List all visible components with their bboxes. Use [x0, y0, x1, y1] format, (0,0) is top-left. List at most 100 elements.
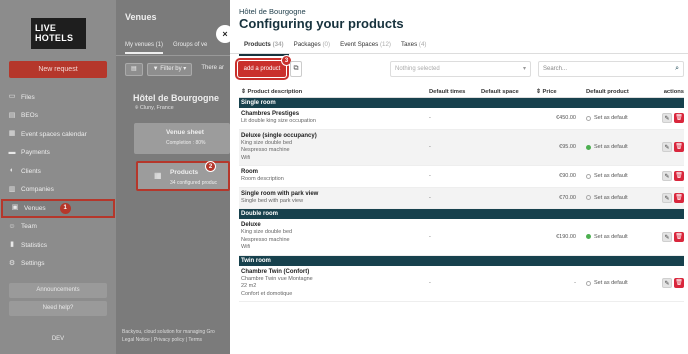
- product-desc-line: Nespresso machine: [241, 236, 290, 243]
- sidebar-item-settings[interactable]: ⚙ Settings: [0, 255, 116, 274]
- col-description[interactable]: ⇕ Product description: [239, 86, 429, 97]
- radio-icon[interactable]: [586, 144, 591, 150]
- default-label: Set as default: [594, 144, 628, 151]
- product-name: Deluxe (single occupancy): [241, 132, 317, 139]
- radio-icon[interactable]: [586, 115, 591, 121]
- sidebar-item-label: Team: [21, 223, 37, 231]
- sidebar-item-event-spaces-calendar[interactable]: ▦ Event spaces calendar: [0, 125, 116, 144]
- default-toggle[interactable]: Set as default: [576, 108, 654, 129]
- edit-icon[interactable]: ✎: [662, 171, 672, 182]
- trash-icon[interactable]: 🗑: [674, 278, 684, 289]
- sidebar-item-label: Statistics: [21, 241, 48, 249]
- sidebar-item-clients[interactable]: ◐ Clients: [0, 162, 116, 181]
- product-desc-line: Wifi: [241, 154, 251, 161]
- step-badge-1: 1: [59, 202, 71, 214]
- announcements-button[interactable]: Announcements: [9, 283, 107, 298]
- search-icon: ⌕: [675, 65, 679, 72]
- trash-icon[interactable]: 🗑: [674, 231, 684, 242]
- edit-icon[interactable]: ✎: [662, 142, 672, 153]
- venues-page: Venues My venues (1) Groups of ve ▤ ▼ Fi…: [116, 0, 230, 354]
- sidebar-item-team[interactable]: ☺ Team: [0, 218, 116, 237]
- price: €450.00: [556, 115, 576, 122]
- product-cell: Deluxe (single occupancy) King size doubl…: [239, 130, 429, 166]
- default-toggle[interactable]: Set as default: [576, 188, 654, 209]
- add-product-button[interactable]: add a product: [235, 58, 289, 80]
- col-actions: actions: [663, 89, 684, 95]
- tab-label: Event Spaces: [340, 41, 379, 48]
- help-button[interactable]: Need help?: [9, 301, 107, 316]
- row-actions: ✎ 🗑: [654, 219, 684, 255]
- radio-icon[interactable]: [586, 234, 591, 240]
- divider: [116, 55, 230, 56]
- product-desc-line: King size double bed: [241, 139, 293, 146]
- default-space: [481, 266, 536, 302]
- sidebar-item-label: Venues: [24, 204, 46, 212]
- default-toggle[interactable]: Set as default: [576, 130, 654, 166]
- products-title: Products: [170, 169, 199, 176]
- sidebar-item-label: Companies: [21, 186, 54, 194]
- price: €95.00: [559, 144, 576, 151]
- sidebar-item-venues[interactable]: ▣ Venues 1: [1, 199, 115, 218]
- product-desc-line: Lit double king size occupation: [241, 118, 316, 124]
- product-desc-line: Single bed with park view: [241, 197, 304, 204]
- sidebar-item-statistics[interactable]: ▮ Statistics: [0, 236, 116, 255]
- files-icon: ▭: [8, 93, 16, 101]
- filter-button[interactable]: ▼ Filter by ▾: [146, 63, 193, 76]
- sidebar-item-payments[interactable]: ▬ Payments: [0, 144, 116, 163]
- edit-icon[interactable]: ✎: [662, 231, 672, 242]
- default-toggle[interactable]: Set as default: [576, 266, 654, 302]
- sidebar: LIVE HOTELS New request ▭ Files ▤ BEOs ▦ Even…: [0, 0, 116, 354]
- edit-icon[interactable]: ✎: [662, 278, 672, 289]
- col-price[interactable]: ⇕ Price: [536, 86, 576, 97]
- trash-icon[interactable]: 🗑: [674, 142, 684, 153]
- export-icon[interactable]: ▤: [125, 63, 143, 76]
- companies-icon: ▥: [8, 185, 16, 193]
- radio-icon[interactable]: [586, 195, 591, 201]
- products-card[interactable]: ▦ Products 34 configured produc 2: [136, 161, 230, 191]
- product-desc-line: 22 m2: [241, 283, 257, 289]
- product-cell: Chambres Prestiges Lit double king size o…: [239, 108, 429, 129]
- new-request-button[interactable]: New request: [9, 61, 107, 78]
- default-space: [481, 188, 536, 209]
- edit-icon[interactable]: ✎: [662, 192, 672, 203]
- footer: Backyou, cloud solution for managing Gro…: [122, 328, 215, 344]
- category-select[interactable]: Nothing selected ▾: [390, 61, 531, 77]
- default-toggle[interactable]: Set as default: [576, 166, 654, 187]
- tab-my-venues[interactable]: My venues (1): [125, 42, 164, 54]
- select-placeholder: Nothing selected: [395, 66, 440, 72]
- tab-groups[interactable]: Groups of ve: [173, 42, 207, 54]
- footer-links[interactable]: Legal Notice | Privacy policy | Terms: [122, 336, 215, 344]
- search-placeholder: Search...: [543, 66, 568, 72]
- default-space: [481, 166, 536, 187]
- modal-title: Configuring your products: [239, 16, 404, 31]
- sidebar-item-companies[interactable]: ▥ Companies: [0, 181, 116, 200]
- copy-icon[interactable]: ⧉: [290, 61, 302, 77]
- trash-icon[interactable]: 🗑: [674, 113, 684, 124]
- radio-icon[interactable]: [586, 280, 591, 286]
- settings-icon: ⚙: [8, 259, 16, 267]
- live-hotels-logo[interactable]: LIVE HOTELS: [31, 18, 86, 49]
- trash-icon[interactable]: 🗑: [674, 171, 684, 182]
- trash-icon[interactable]: 🗑: [674, 192, 684, 203]
- sidebar-item-files[interactable]: ▭ Files: [0, 88, 116, 107]
- default-toggle[interactable]: Set as default: [576, 219, 654, 255]
- col-default-product: Default product: [586, 89, 629, 95]
- modal-subtitle: Hôtel de Bourgogne: [239, 7, 306, 16]
- product-cell: Chambre Twin (Confort) Chambre Twin vue M…: [239, 266, 429, 302]
- default-times: -: [429, 115, 431, 122]
- product-name: Deluxe: [241, 222, 261, 228]
- sidebar-item-beos[interactable]: ▤ BEOs: [0, 107, 116, 126]
- sidebar-item-label: BEOs: [21, 112, 38, 120]
- venue-sheet-title: Venue sheet: [166, 129, 204, 136]
- venue-sheet-card[interactable]: Venue sheet Completion : 80%: [134, 123, 230, 154]
- col-default-times: Default times: [429, 89, 466, 95]
- default-times: -: [429, 194, 431, 201]
- group-header: Double room: [239, 209, 684, 219]
- edit-icon[interactable]: ✎: [662, 113, 672, 124]
- close-icon[interactable]: ×: [216, 25, 234, 43]
- radio-icon[interactable]: [586, 173, 591, 179]
- row-actions: ✎ 🗑: [654, 108, 684, 129]
- tab-label: Taxes: [401, 41, 418, 48]
- search-input[interactable]: Search... ⌕: [538, 61, 684, 77]
- row-actions: ✎ 🗑: [654, 166, 684, 187]
